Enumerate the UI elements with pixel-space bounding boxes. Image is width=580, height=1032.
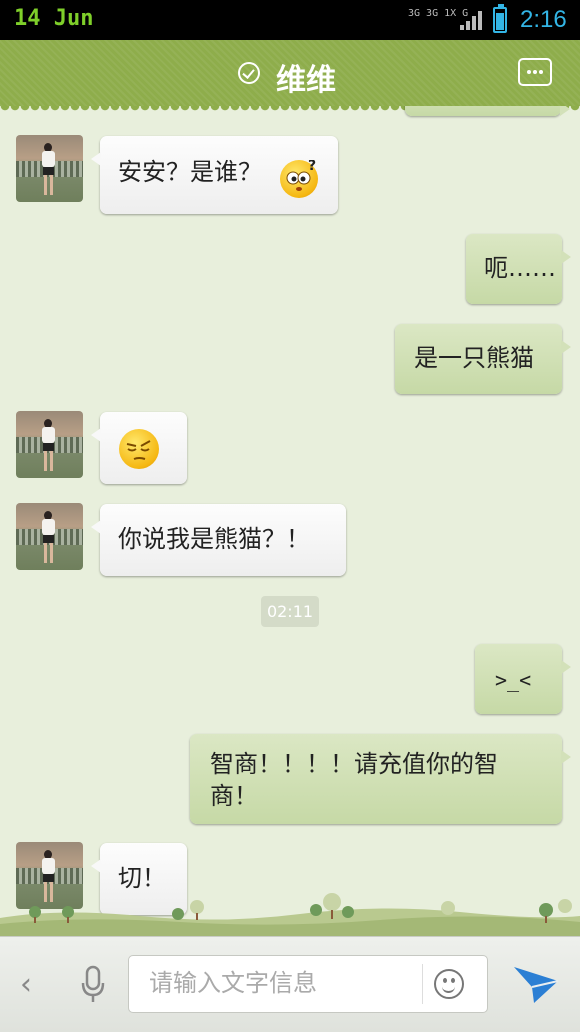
contact-avatar[interactable] xyxy=(16,135,83,202)
smiley-icon[interactable] xyxy=(434,969,464,999)
status-date: 14 Jun xyxy=(14,6,94,31)
message-input-box[interactable] xyxy=(128,955,488,1013)
chat-more-icon[interactable] xyxy=(518,58,552,86)
microphone-icon[interactable] xyxy=(80,965,106,1005)
message-bubble[interactable]: 呃…… xyxy=(466,234,571,304)
signal-bars-icon xyxy=(460,10,484,30)
grass-decoration xyxy=(0,893,580,936)
message-bubble[interactable]: 你说我是熊猫？！ xyxy=(91,504,346,576)
input-bar: ‹ xyxy=(0,936,580,1032)
message-bubble[interactable]: 智商！！！！请充值你的智商！ xyxy=(190,734,571,824)
message-text: 是一只熊猫 xyxy=(414,344,534,372)
status-bar: 14 Jun 3G 3G 1X G 2:16 xyxy=(0,0,580,40)
message-input[interactable] xyxy=(147,968,411,998)
message-text: 安安？是谁？ xyxy=(118,158,262,186)
contact-avatar[interactable] xyxy=(16,411,83,478)
chevron-left-icon[interactable]: ‹ xyxy=(20,967,32,1002)
smug-face-icon xyxy=(119,429,159,469)
message-bubble[interactable]: 安安？是谁？ ? xyxy=(91,136,338,214)
message-list[interactable]: 安安？是谁？ ? 呃…… 是一只熊猫 你说我是熊猫？！ 02:11 >_< 智商… xyxy=(0,106,580,936)
message-text: 切！ xyxy=(118,864,166,892)
message-text: 智商！！！！请充值你的智商！ xyxy=(210,750,498,810)
battery-icon xyxy=(493,4,507,33)
contact-name[interactable]: 维维 xyxy=(276,55,336,99)
svg-text:?: ? xyxy=(308,160,316,174)
message-bubble[interactable]: 是一只熊猫 xyxy=(395,324,571,394)
message-text: 你说我是熊猫？！ xyxy=(118,525,310,553)
message-text: 呃…… xyxy=(484,254,556,282)
message-timestamp: 02:11 xyxy=(261,596,319,627)
message-bubble-partial xyxy=(405,106,570,116)
message-bubble[interactable] xyxy=(91,412,187,484)
divider xyxy=(422,964,423,1004)
status-time: 2:16 xyxy=(520,6,567,33)
contact-avatar[interactable] xyxy=(16,503,83,570)
message-bubble[interactable]: >_< xyxy=(475,644,571,714)
message-text: >_< xyxy=(495,668,532,692)
check-circle-icon xyxy=(238,62,260,84)
confused-face-icon: ? xyxy=(280,160,318,198)
paper-plane-icon[interactable] xyxy=(512,961,560,1005)
chat-header: 维维 xyxy=(0,40,580,112)
